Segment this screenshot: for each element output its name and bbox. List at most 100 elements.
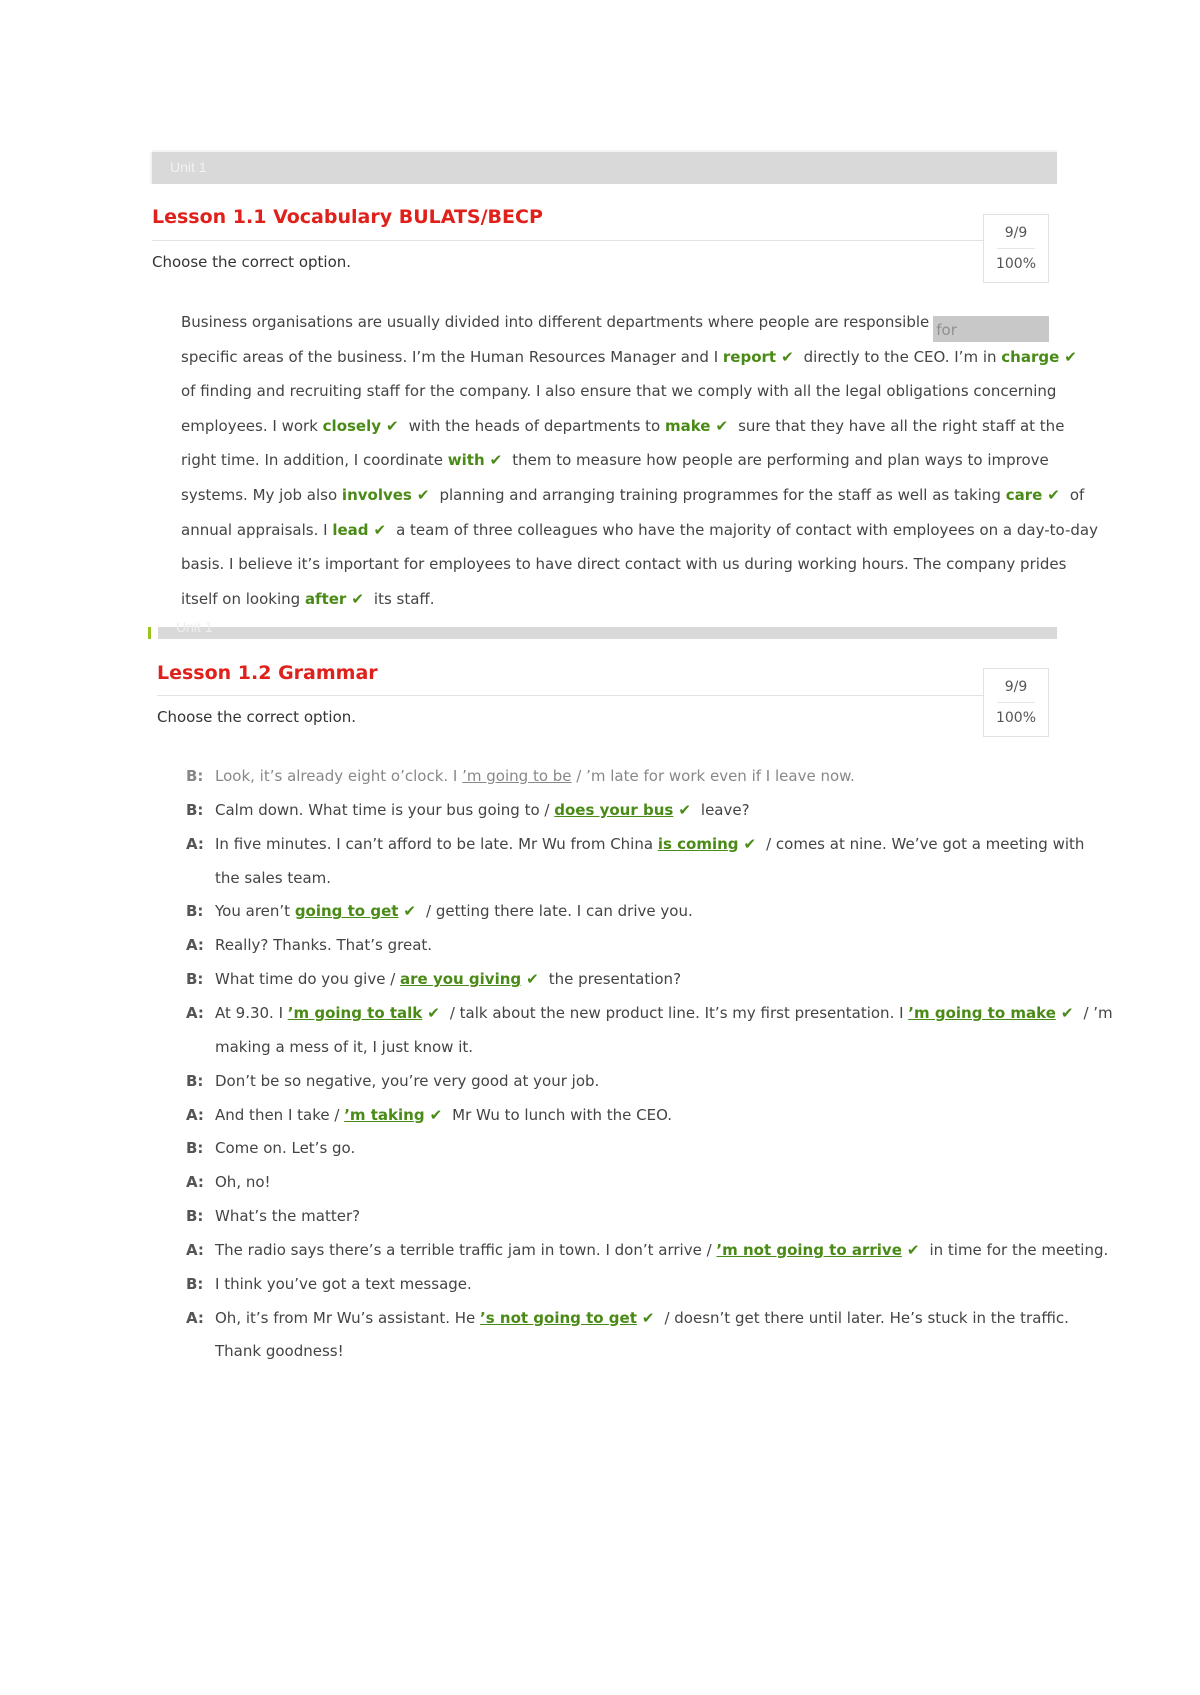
text-segment: You aren’t: [215, 902, 295, 921]
dialogue-text: Thank goodness!: [215, 1342, 344, 1360]
text-segment: Look, it’s already eight o’clock. I: [215, 767, 463, 785]
selected-answer[interactable]: is coming: [658, 835, 739, 853]
score-box-1-2: 9/9 100%: [983, 668, 1049, 737]
text-segment: Business organisations are usually divid…: [181, 313, 930, 331]
selected-answer[interactable]: going to get: [295, 902, 399, 920]
text-segment: the presentation?: [548, 970, 682, 989]
passage-line: Business organisations are usually divid…: [181, 313, 1050, 342]
passage-line: specific areas of the business. I’m the …: [181, 348, 1087, 366]
text-segment: Oh, it’s from Mr Wu’s assistant. He: [215, 1308, 481, 1327]
selected-answer[interactable]: closely: [323, 417, 381, 435]
check-icon: ✔: [1047, 486, 1060, 504]
selected-answer[interactable]: care: [1006, 486, 1043, 504]
text-segment: / getting there late. I can drive you.: [426, 902, 693, 921]
passage-line: annual appraisals. I lead ✔ a team of thre…: [181, 521, 1098, 539]
selected-answer[interactable]: ’m taking: [344, 1106, 424, 1124]
text-segment: / ’m: [1083, 1003, 1113, 1022]
score-percent: 100%: [995, 256, 1037, 272]
gap-input-field[interactable]: for: [933, 316, 1050, 342]
text-segment: a team of three colleagues who have the …: [396, 520, 1098, 539]
text-segment: / talk about the new product line. It’s …: [449, 1003, 909, 1022]
check-icon: ✔: [1060, 1003, 1074, 1022]
dialogue-text: Come on. Let’s go.: [215, 1139, 355, 1157]
passage-line: right time. In addition, I coordinate wi…: [181, 451, 1049, 469]
unit-label: Unit 1: [176, 619, 213, 635]
selected-answer[interactable]: does your bus: [554, 801, 673, 819]
check-icon: ✔: [351, 589, 364, 608]
selected-answer[interactable]: charge: [1001, 348, 1059, 366]
text-segment: Calm down. What time is your bus going t…: [215, 800, 555, 819]
dialogue-text: the sales team.: [215, 869, 331, 887]
text-segment: annual appraisals. I: [181, 520, 333, 539]
instruction-1-2: Choose the correct option.: [157, 708, 357, 726]
text-segment: Come on. Let’s go.: [215, 1139, 356, 1158]
text-segment: Oh, no!: [215, 1173, 271, 1192]
check-icon: ✔: [715, 416, 729, 435]
selected-answer[interactable]: report: [723, 348, 776, 366]
selected-answer[interactable]: make: [665, 417, 711, 435]
score-separator: [997, 248, 1035, 249]
dialogue-text: Don’t be so negative, you’re very good a…: [215, 1072, 599, 1090]
check-icon: ✔: [427, 1003, 440, 1022]
speaker-label: A:: [186, 936, 204, 955]
lesson-title-1-2: Lesson 1.2 Grammar: [157, 662, 378, 684]
dialogue-text: Oh, it’s from Mr Wu’s assistant. He ’s n…: [215, 1309, 1069, 1327]
score-percent: 100%: [995, 710, 1037, 726]
speaker-label: A:: [186, 1308, 204, 1327]
speaker-label: A:: [186, 1173, 204, 1192]
check-icon: ✔: [906, 1240, 920, 1259]
passage-line: itself on looking after ✔ its staff.: [181, 590, 435, 608]
text-segment: specific areas of the business. I’m the …: [181, 347, 723, 366]
selected-answer[interactable]: ’m not going to arrive: [716, 1241, 901, 1259]
selected-answer[interactable]: with: [448, 451, 485, 469]
check-icon: ✔: [403, 902, 416, 921]
text-segment: What time do you give /: [215, 970, 401, 989]
dialogue-text: At 9.30. I ’m going to talk ✔ / talk about…: [215, 1004, 1113, 1022]
text-segment: directly to the CEO. I’m in: [803, 347, 1002, 366]
text-segment: leave?: [700, 800, 750, 819]
text-segment: with the heads of departments to: [408, 416, 665, 435]
dialogue-text: What time do you give / are you giving ✔ t…: [215, 970, 681, 988]
selected-answer[interactable]: after: [305, 590, 346, 608]
text-segment: itself on looking: [181, 589, 305, 608]
dialogue-text: Really? Thanks. That’s great.: [215, 936, 432, 954]
speaker-label: A:: [186, 1105, 204, 1124]
text-segment: In five minutes. I can’t afford to be la…: [215, 834, 658, 853]
dialogue-text: You aren’t going to get ✔ / getting there …: [215, 902, 693, 920]
speaker-label: B:: [186, 1274, 204, 1293]
selected-answer[interactable]: ’m going to make: [908, 1004, 1056, 1022]
speaker-label: B:: [186, 970, 204, 989]
check-icon: ✔: [641, 1308, 655, 1327]
text-segment: The radio says there’s a terrible traffi…: [215, 1240, 717, 1259]
dialogue-text: Look, it’s already eight o’clock. I ’m g…: [215, 767, 855, 785]
check-icon: ✔: [429, 1105, 443, 1124]
section-marker: [148, 627, 151, 639]
text-segment: / doesn’t get there until later. He’s st…: [664, 1308, 1069, 1327]
text-segment: At 9.30. I: [215, 1003, 288, 1022]
text-segment: And then I take /: [215, 1105, 345, 1124]
unit-header-bar-collapsed: Unit 1: [158, 619, 1057, 639]
text-segment: I think you’ve got a text message.: [215, 1274, 472, 1293]
check-icon: ✔: [526, 970, 539, 989]
text-segment: its staff.: [373, 589, 435, 608]
selected-answer[interactable]: involves: [342, 486, 412, 504]
selected-answer[interactable]: ’m going to talk: [288, 1004, 422, 1022]
text-segment: making a mess of it, I just know it.: [215, 1037, 474, 1056]
check-icon: ✔: [489, 451, 503, 470]
example-answer: ’m going to be: [462, 767, 572, 785]
text-segment: Really? Thanks. That’s great.: [215, 936, 433, 955]
speaker-label: B:: [186, 902, 204, 921]
text-segment: Thank goodness!: [215, 1342, 344, 1361]
check-icon: ✔: [386, 416, 399, 435]
check-icon: ✔: [1064, 347, 1077, 366]
text-segment: / comes at nine. We’ve got a meeting wit…: [766, 834, 1085, 853]
dialogue-text: The radio says there’s a terrible traffi…: [215, 1241, 1108, 1259]
unit-label: Unit 1: [170, 159, 207, 175]
selected-answer[interactable]: lead: [332, 521, 368, 539]
check-icon: ✔: [781, 347, 794, 366]
text-segment: of finding and recruiting staff for the …: [181, 382, 1057, 401]
dialogue-text: In five minutes. I can’t afford to be la…: [215, 835, 1084, 853]
selected-answer[interactable]: ’s not going to get: [480, 1309, 637, 1327]
passage-line: employees. I work closely ✔ with the heads…: [181, 417, 1064, 435]
selected-answer[interactable]: are you giving: [400, 970, 521, 988]
